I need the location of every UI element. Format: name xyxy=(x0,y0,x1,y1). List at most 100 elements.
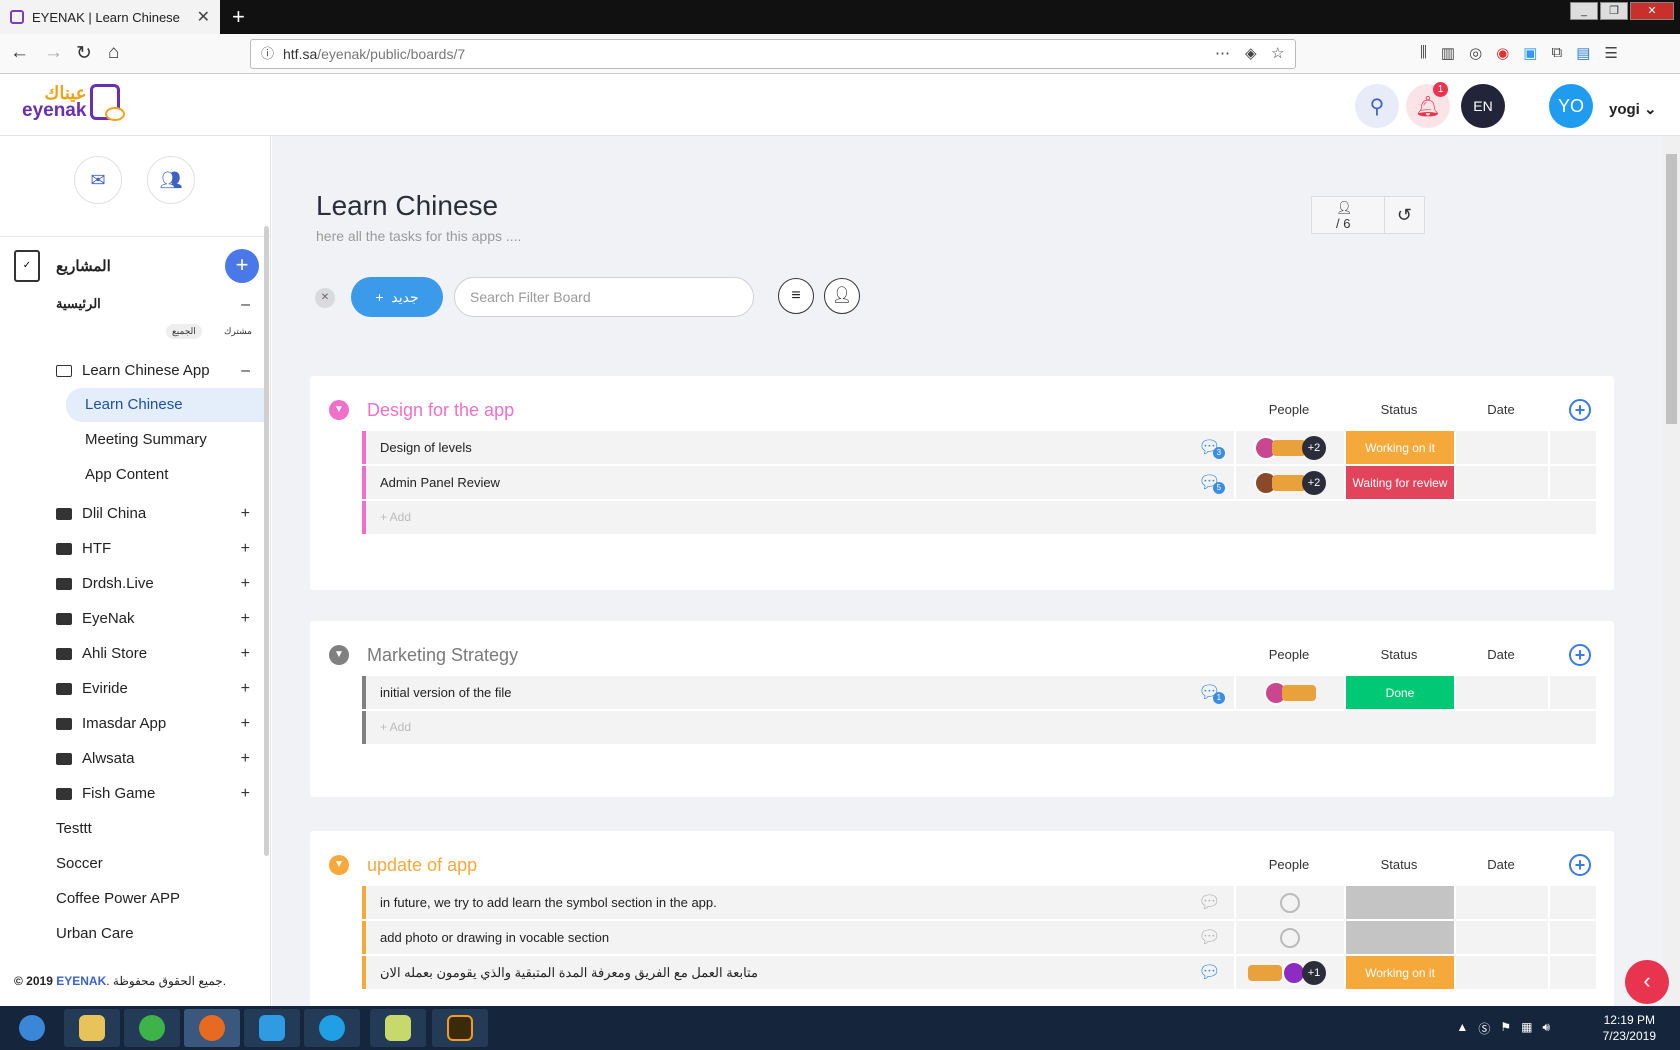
expand-icon[interactable]: + xyxy=(241,645,250,663)
extension-icon[interactable]: ◎ xyxy=(1469,44,1482,62)
task-name[interactable]: Admin Panel Review xyxy=(380,475,500,490)
comment-icon[interactable]: 💬︎ 3 xyxy=(1198,437,1225,459)
expand-icon[interactable]: + xyxy=(241,785,250,803)
expand-icon[interactable]: + xyxy=(241,540,250,558)
sidebar-item-meeting-summary[interactable]: Meeting Summary xyxy=(66,423,266,457)
copyright-brand[interactable]: EYENAK xyxy=(56,974,106,988)
date-cell[interactable] xyxy=(1454,466,1548,499)
sidebar-item[interactable]: Testtt xyxy=(56,820,92,837)
comment-icon[interactable]: 💬︎ xyxy=(1198,962,1221,983)
comment-icon[interactable]: 💬︎ 5 xyxy=(1198,472,1225,494)
status-badge[interactable] xyxy=(1344,886,1454,919)
screenshot-icon[interactable]: ⧉ xyxy=(1551,44,1562,62)
forward-icon[interactable]: → xyxy=(44,42,63,64)
folder-item[interactable]: Imasdar App xyxy=(56,715,166,732)
avatar[interactable]: YO xyxy=(1549,84,1593,128)
start-button[interactable] xyxy=(4,1009,60,1047)
close-tab-icon[interactable]: ✕ xyxy=(197,7,210,27)
tray-volume-icon[interactable]: 🔊︎ xyxy=(1542,1020,1550,1037)
pin-icon[interactable]: ✕ xyxy=(315,288,335,308)
pocket-icon[interactable]: ◈ xyxy=(1245,40,1257,68)
group-toggle-icon[interactable]: ▼ xyxy=(329,855,349,875)
minimize-icon[interactable]: _ xyxy=(1570,2,1598,20)
home-icon[interactable]: ⌂ xyxy=(108,42,119,64)
info-icon[interactable]: ⓘ xyxy=(261,40,274,68)
tray-arrow-icon[interactable]: ▲ xyxy=(1456,1020,1468,1037)
add-project-button[interactable]: + xyxy=(225,249,259,283)
explorer-icon[interactable] xyxy=(64,1009,120,1047)
people-cell[interactable] xyxy=(1234,886,1344,919)
expand-icon[interactable]: + xyxy=(241,750,250,768)
sidebar-item-app-content[interactable]: App Content xyxy=(66,458,266,492)
filter-shared[interactable]: مشترك xyxy=(218,324,258,339)
expand-icon[interactable]: + xyxy=(241,575,250,593)
status-badge[interactable]: Done xyxy=(1344,676,1454,709)
folder-item[interactable]: Dlil China xyxy=(56,505,146,522)
sidebar-item-learn-chinese[interactable]: Learn Chinese xyxy=(66,388,266,422)
collapse-folder-icon[interactable]: – xyxy=(241,362,250,380)
status-badge[interactable] xyxy=(1344,921,1454,954)
sidebar-item[interactable]: Urban Care xyxy=(56,925,134,942)
task-name[interactable]: initial version of the file xyxy=(380,685,512,700)
table-row[interactable]: Admin Panel Review 💬︎ 5 +2 Waiting for re… xyxy=(362,466,1596,500)
people-cell[interactable] xyxy=(1234,921,1344,954)
clock[interactable]: 12:19 PM 7/23/2019 xyxy=(1603,1012,1656,1044)
firefox-icon[interactable] xyxy=(184,1009,240,1047)
status-badge[interactable]: Waiting for review xyxy=(1344,466,1454,499)
tray-network-icon[interactable]: ▦ xyxy=(1521,1020,1532,1037)
illustrator-icon[interactable] xyxy=(432,1009,488,1047)
add-column-icon[interactable]: + xyxy=(1569,399,1591,421)
history-icon[interactable]: ↺ xyxy=(1383,197,1424,233)
comment-icon[interactable]: 💬︎ xyxy=(1198,892,1221,913)
date-cell[interactable] xyxy=(1454,921,1548,954)
people-cell[interactable]: +2 xyxy=(1234,431,1344,464)
folder-item[interactable]: Fish Game xyxy=(56,785,155,802)
collapse-icon[interactable]: – xyxy=(241,296,250,314)
date-cell[interactable] xyxy=(1454,676,1548,709)
table-row[interactable]: initial version of the file 💬︎ 1 Done xyxy=(362,676,1596,710)
folder-item[interactable]: HTF xyxy=(56,540,111,557)
browser-tab[interactable]: EYENAK | Learn Chinese ✕ xyxy=(0,0,220,34)
sidebar-home[interactable]: الرئيسية xyxy=(56,296,256,312)
record-icon[interactable]: ◉ xyxy=(1496,44,1509,62)
extension3-icon[interactable]: ▤ xyxy=(1576,44,1590,62)
expand-icon[interactable]: + xyxy=(241,715,250,733)
mail-icon[interactable]: ✉ xyxy=(74,156,122,204)
notification-bell-icon[interactable]: 🔔︎ 1 xyxy=(1406,82,1450,128)
table-row[interactable]: add photo or drawing in vocable section … xyxy=(362,921,1596,955)
people-cell[interactable]: +1 xyxy=(1234,956,1344,989)
folder-open[interactable]: Learn Chinese App xyxy=(56,362,210,379)
close-window-icon[interactable]: ✕ xyxy=(1630,2,1674,20)
chrome-icon[interactable] xyxy=(124,1009,180,1047)
user-menu[interactable]: yogi ⌄ xyxy=(1609,100,1657,118)
skype-icon[interactable] xyxy=(304,1009,360,1047)
tray-flag-icon[interactable]: ⚑ xyxy=(1500,1020,1511,1037)
add-item-label[interactable]: + Add xyxy=(380,720,411,734)
logo[interactable]: عيناك eyenak xyxy=(22,84,126,121)
sidebar-item[interactable]: Soccer xyxy=(56,855,103,872)
group-toggle-icon[interactable]: ▼ xyxy=(329,400,349,420)
folder-item[interactable]: Eviride xyxy=(56,680,128,697)
table-row[interactable]: متابعة العمل مع الفريق ومعرفة المدة المت… xyxy=(362,956,1596,990)
filter-all[interactable]: الجميع xyxy=(166,324,202,339)
url-bar[interactable]: ⓘ htf.sa/eyenak/public/boards/7 ⋯ ◈ ☆ xyxy=(250,39,1296,69)
restore-icon[interactable]: ❐ xyxy=(1600,2,1628,20)
scroll-thumb[interactable] xyxy=(1666,154,1677,424)
status-badge[interactable]: Working on it xyxy=(1344,956,1454,989)
group-title[interactable]: update of app xyxy=(367,855,477,876)
task-name[interactable]: add photo or drawing in vocable section xyxy=(380,930,609,945)
team-icon[interactable]: 👥︎ xyxy=(147,156,195,204)
filter-icon[interactable]: ≡ xyxy=(778,278,814,314)
folder-item[interactable]: Drdsh.Live xyxy=(56,575,154,592)
folder-item[interactable]: Alwsata xyxy=(56,750,135,767)
sidebar-item[interactable]: Coffee Power APP xyxy=(56,890,180,907)
table-row[interactable]: Design of levels 💬︎ 3 +2 Working on it xyxy=(362,431,1596,465)
library-icon[interactable]: ⫼ xyxy=(1420,44,1427,62)
add-column-icon[interactable]: + xyxy=(1569,644,1591,666)
add-row[interactable]: + Add xyxy=(362,501,1596,535)
language-button[interactable]: EN xyxy=(1461,84,1505,128)
task-name[interactable]: in future, we try to add learn the symbo… xyxy=(380,895,717,910)
expand-icon[interactable]: + xyxy=(241,680,250,698)
sidebar-scrollbar[interactable] xyxy=(264,226,269,856)
people-cell[interactable] xyxy=(1234,676,1344,709)
